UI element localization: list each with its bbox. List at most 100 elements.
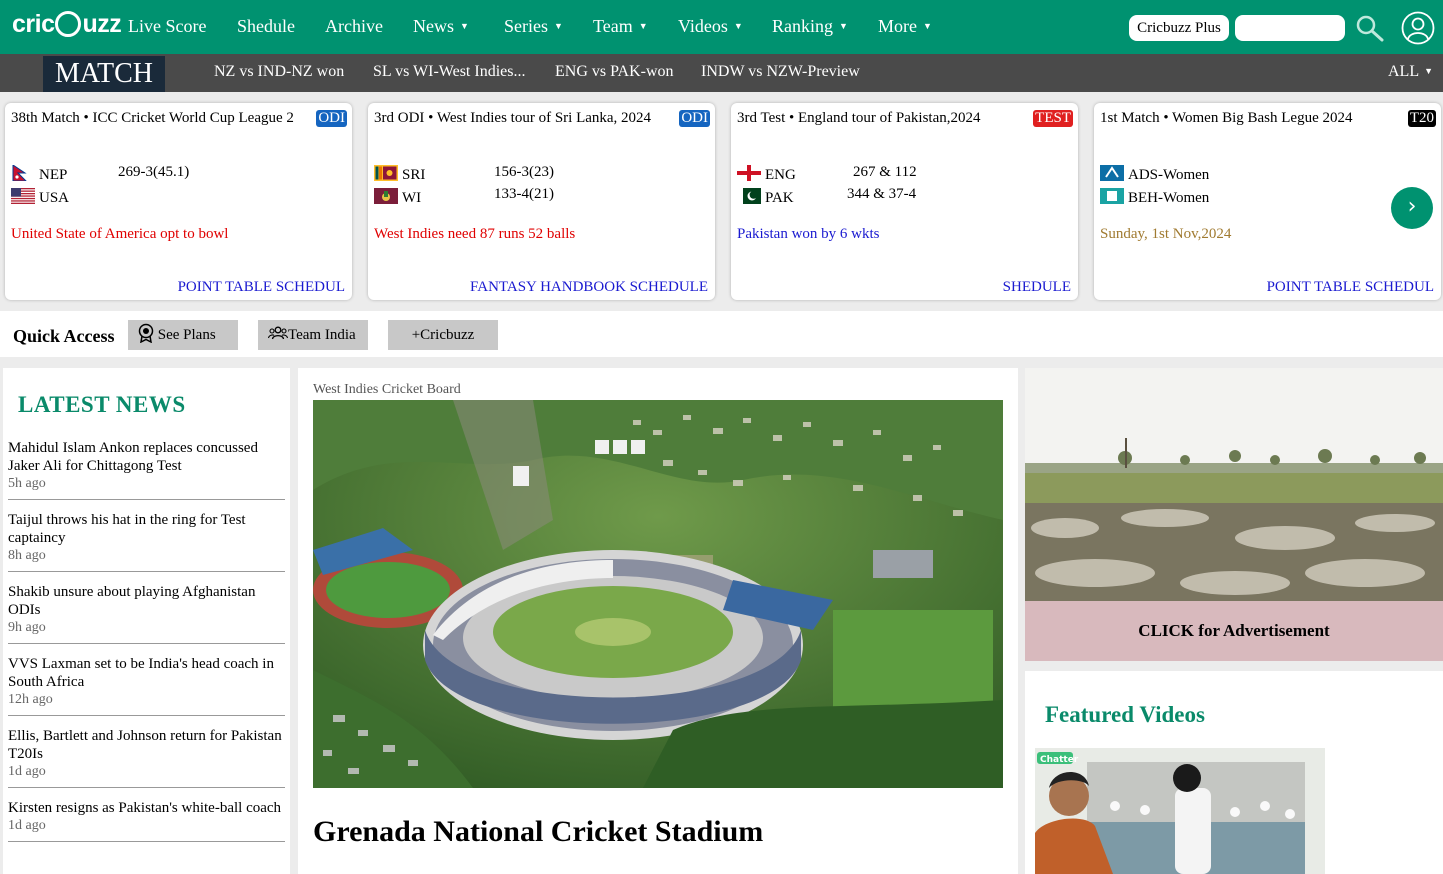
news-time: 1d ago bbox=[8, 764, 46, 779]
schedule-link[interactable]: SCHEDUL bbox=[1365, 279, 1434, 295]
news-item[interactable]: Shakib unsure about playing Afghanistan … bbox=[8, 583, 285, 644]
format-badge: T20 bbox=[1407, 110, 1436, 127]
chevron-down-icon: ▼ bbox=[839, 21, 848, 31]
fantasy-handbook-link[interactable]: FANTASY HANDBOOK bbox=[470, 279, 626, 295]
news-time: 5h ago bbox=[8, 476, 46, 491]
match-label: MATCH bbox=[43, 56, 165, 92]
news-item[interactable]: Taijul throws his hat in the ring for Te… bbox=[8, 511, 285, 572]
team-row: SRI bbox=[374, 165, 425, 185]
point-table-link[interactable]: POINT TABLE bbox=[178, 279, 273, 295]
latest-news-title: LATEST NEWS bbox=[18, 392, 186, 417]
quick-access-bar: Quick Access See Plans Team India +Cricb… bbox=[0, 311, 1443, 357]
schedule-link[interactable]: SCHEDUL bbox=[276, 279, 345, 295]
match-link[interactable]: ENG vs PAK-won bbox=[555, 63, 674, 81]
news-item[interactable]: Ellis, Bartlett and Johnson return for P… bbox=[8, 727, 285, 788]
chevron-down-icon: ▼ bbox=[923, 21, 932, 31]
adelaide-strikers-logo-icon bbox=[1100, 165, 1124, 181]
news-headline: Mahidul Islam Ankon replaces concussed J… bbox=[8, 440, 258, 474]
cricbuzz-logo[interactable]: cric uzz bbox=[12, 10, 122, 39]
award-badge-icon bbox=[138, 323, 154, 344]
nav-videos[interactable]: Videos ▼ bbox=[678, 16, 743, 37]
stadium-photo[interactable] bbox=[313, 400, 1003, 788]
nav-team[interactable]: Team ▼ bbox=[593, 16, 648, 37]
team-row: PAK bbox=[737, 188, 794, 208]
nepal-flag-icon bbox=[12, 165, 27, 181]
add-cricbuzz-button[interactable]: +Cricbuzz bbox=[388, 320, 498, 350]
team-score: 269-3(45.1) bbox=[118, 164, 190, 180]
news-headline: Taijul throws his hat in the ring for Te… bbox=[8, 512, 246, 546]
match-title: 1st Match • Women Big Bash Legue 2024 bbox=[1100, 110, 1353, 126]
sri-lanka-flag-icon bbox=[374, 165, 398, 181]
chevron-right-icon: › bbox=[1407, 194, 1417, 219]
featured-videos-title: Featured Videos bbox=[1045, 702, 1205, 727]
news-headline: VVS Laxman set to be India's head coach … bbox=[8, 656, 274, 690]
nav-news[interactable]: News ▼ bbox=[413, 16, 469, 37]
news-time: 9h ago bbox=[8, 620, 46, 635]
chevron-down-icon: ▼ bbox=[1424, 66, 1434, 76]
match-link[interactable]: NZ vs IND-NZ won bbox=[214, 63, 344, 81]
featured-videos-panel: Featured Videos Chatter bbox=[1025, 671, 1443, 874]
match-title: 3rd Test • England tour of Pakistan,2024 bbox=[737, 110, 981, 126]
nav-more[interactable]: More ▼ bbox=[878, 16, 932, 37]
match-bar: MATCH NZ vs IND-NZ won SL vs WI-West Ind… bbox=[0, 54, 1443, 92]
see-plans-button[interactable]: See Plans bbox=[128, 320, 238, 350]
nav-series[interactable]: Series ▼ bbox=[504, 16, 563, 37]
user-profile-icon[interactable] bbox=[1401, 11, 1435, 45]
nav-archive[interactable]: Archive bbox=[325, 16, 383, 37]
advertisement-image bbox=[1025, 368, 1443, 601]
score-card[interactable]: 1st Match • Women Big Bash Legue 2024 T2… bbox=[1094, 103, 1441, 300]
all-matches-dropdown[interactable]: ALL ▼ bbox=[1388, 63, 1433, 81]
point-table-link[interactable]: POINT TABLE bbox=[1267, 279, 1362, 295]
news-time: 8h ago bbox=[8, 548, 46, 563]
next-card-button[interactable]: › bbox=[1391, 187, 1433, 229]
schedule-link[interactable]: SHEDULE bbox=[1003, 279, 1071, 295]
team-score: 344 & 37-4 bbox=[847, 186, 917, 202]
chevron-down-icon: ▼ bbox=[733, 21, 743, 31]
format-badge: TEST bbox=[1033, 110, 1073, 127]
image-credit: West Indies Cricket Board bbox=[313, 382, 461, 397]
advertisement[interactable]: CLICK for Advertisement bbox=[1025, 368, 1443, 661]
news-item[interactable]: Kirsten resigns as Pakistan's white-ball… bbox=[8, 799, 285, 842]
team-row: ENG bbox=[737, 165, 796, 185]
video-tag: Chatter bbox=[1040, 755, 1079, 765]
news-headline: Shakib unsure about playing Afghanistan … bbox=[8, 584, 256, 618]
team-row: USA bbox=[11, 188, 69, 208]
top-nav: cric uzz Live Score Shedule Archive News ▼… bbox=[0, 0, 1443, 54]
chevron-down-icon: ▼ bbox=[638, 21, 648, 31]
score-card[interactable]: 3rd Test • England tour of Pakistan,2024… bbox=[731, 103, 1078, 300]
usa-flag-icon bbox=[11, 188, 35, 204]
pakistan-flag-icon bbox=[737, 188, 761, 204]
schedule-link[interactable]: SCHEDULE bbox=[630, 279, 708, 295]
format-badge: ODI bbox=[679, 110, 710, 127]
search-input[interactable] bbox=[1235, 15, 1345, 41]
news-headline: Kirsten resigns as Pakistan's white-ball… bbox=[8, 800, 282, 816]
match-link[interactable]: INDW vs NZW-Preview bbox=[701, 63, 860, 81]
feature-story: West Indies Cricket Board Grenada Nation… bbox=[298, 368, 1018, 874]
team-row: NEP bbox=[11, 165, 67, 185]
score-card[interactable]: 3rd ODI • West Indies tour of Sri Lanka,… bbox=[368, 103, 715, 300]
advertisement-label[interactable]: CLICK for Advertisement bbox=[1025, 601, 1443, 661]
news-item[interactable]: VVS Laxman set to be India's head coach … bbox=[8, 655, 285, 716]
card-links: FANTASY HANDBOOK SCHEDULE bbox=[470, 279, 708, 296]
team-india-button[interactable]: Team India bbox=[258, 320, 368, 350]
news-time: 12h ago bbox=[8, 692, 53, 707]
score-card[interactable]: 38th Match • ICC Cricket World Cup Leagu… bbox=[5, 103, 352, 300]
news-item[interactable]: Mahidul Islam Ankon replaces concussed J… bbox=[8, 439, 285, 500]
quick-access-label: Quick Access bbox=[13, 326, 115, 346]
featured-video-thumbnail[interactable]: Chatter bbox=[1035, 748, 1325, 874]
west-indies-flag-icon bbox=[374, 188, 398, 204]
feature-headline[interactable]: Grenada National Cricket Stadium bbox=[313, 815, 763, 849]
match-link[interactable]: SL vs WI-West Indies... bbox=[373, 63, 525, 81]
team-score: 267 & 112 bbox=[853, 164, 917, 180]
match-date: Sunday, 1st Nov,2024 bbox=[1100, 226, 1232, 242]
nav-ranking[interactable]: Ranking ▼ bbox=[772, 16, 848, 37]
nav-live-score[interactable]: Live Score bbox=[128, 16, 206, 37]
cricbuzz-plus-button[interactable]: Cricbuzz Plus bbox=[1129, 15, 1229, 41]
card-links: POINT TABLE SCHEDUL bbox=[178, 279, 345, 296]
brisbane-heat-logo-icon bbox=[1100, 188, 1124, 204]
chevron-down-icon: ▼ bbox=[460, 21, 469, 31]
england-flag-icon bbox=[737, 165, 761, 181]
nav-shedule[interactable]: Shedule bbox=[237, 16, 295, 37]
team-row: ADS-Women bbox=[1100, 165, 1209, 185]
search-icon[interactable] bbox=[1355, 14, 1385, 42]
